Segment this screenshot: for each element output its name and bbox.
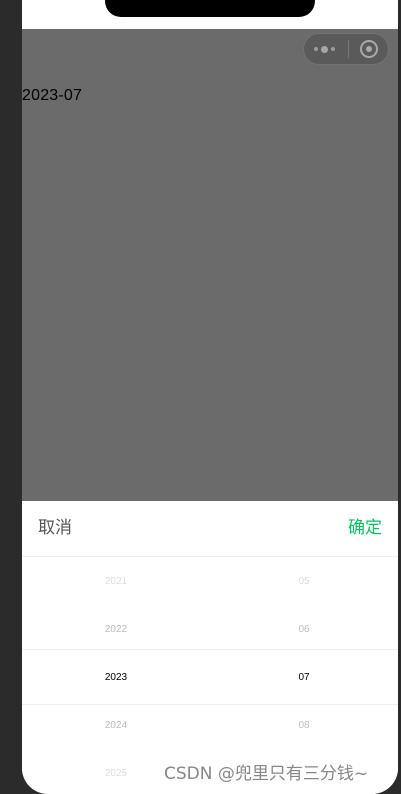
year-column[interactable]: 2021 2022 2023 2024 2025 [22, 557, 210, 794]
screen: 2023-07 取消 确定 2021 2022 2023 2024 2025 0… [0, 0, 401, 794]
more-dot-small-left [314, 47, 318, 51]
confirm-button[interactable]: 确定 [348, 518, 382, 538]
more-dot-small-right [331, 47, 335, 51]
picker-header: 取消 确定 [22, 501, 398, 557]
picker-body: 2021 2022 2023 2024 2025 05 06 07 08 [22, 557, 398, 794]
month-option-selected[interactable]: 07 [210, 653, 398, 701]
capsule-divider [348, 40, 349, 58]
year-option[interactable]: 2024 [22, 701, 210, 749]
more-dot-large [321, 45, 328, 53]
date-picker-sheet: 取消 确定 2021 2022 2023 2024 2025 05 06 07 … [22, 501, 398, 794]
watermark: CSDN @兜里只有三分钱~ [164, 764, 369, 784]
notch [105, 0, 315, 17]
cancel-button[interactable]: 取消 [38, 518, 72, 538]
year-option[interactable]: 2022 [22, 605, 210, 653]
phone-frame: 2023-07 取消 确定 2021 2022 2023 2024 2025 0… [22, 0, 398, 794]
more-dots-icon[interactable] [314, 43, 337, 55]
month-option[interactable]: 08 [210, 701, 398, 749]
month-option[interactable]: 06 [210, 605, 398, 653]
month-option[interactable]: 05 [210, 557, 398, 605]
miniprogram-capsule [303, 33, 389, 65]
main-content: 2023-07 [22, 29, 398, 501]
month-column[interactable]: 05 06 07 08 [210, 557, 398, 794]
target-icon[interactable] [360, 40, 378, 58]
year-option[interactable]: 2021 [22, 557, 210, 605]
year-option-selected[interactable]: 2023 [22, 653, 210, 701]
selected-date-text: 2023-07 [22, 87, 83, 104]
